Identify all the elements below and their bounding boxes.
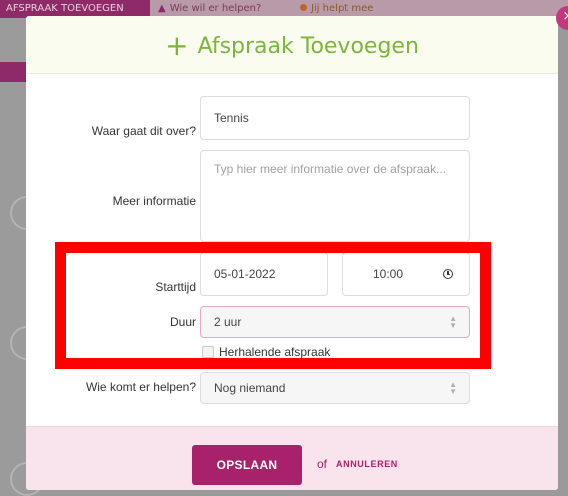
modal-title: + Afspraak Toevoegen bbox=[165, 29, 419, 62]
subject-input[interactable]: Tennis bbox=[200, 96, 470, 140]
plus-icon: + bbox=[165, 29, 189, 62]
save-button[interactable]: OPSLAAN bbox=[192, 445, 302, 485]
helpers-value: Nog niemand bbox=[214, 381, 286, 395]
triangle-icon: ▲ bbox=[158, 3, 166, 14]
cancel-link[interactable]: ANNULEREN bbox=[336, 459, 398, 469]
background-sidebar bbox=[0, 18, 26, 496]
subject-label: Waar gaat dit over? bbox=[91, 124, 196, 138]
info-label: Meer informatie bbox=[112, 194, 196, 208]
info-placeholder: Typ hier meer informatie over de afspraa… bbox=[214, 162, 447, 176]
helpers-select[interactable]: Nog niemand ▲ ▼ bbox=[200, 372, 470, 404]
highlight-box bbox=[55, 242, 491, 369]
dot-icon bbox=[300, 4, 307, 11]
info-textarea[interactable]: Typ hier meer informatie over de afspraa… bbox=[200, 150, 470, 242]
background-chip bbox=[0, 62, 26, 82]
select-arrows-icon: ▲ ▼ bbox=[449, 380, 457, 396]
modal-footer: OPSLAAN of ANNULEREN bbox=[26, 426, 558, 490]
or-text: of bbox=[317, 457, 328, 471]
modal-header: + Afspraak Toevoegen bbox=[26, 16, 558, 74]
helpers-label: Wie komt er helpen? bbox=[85, 380, 196, 394]
